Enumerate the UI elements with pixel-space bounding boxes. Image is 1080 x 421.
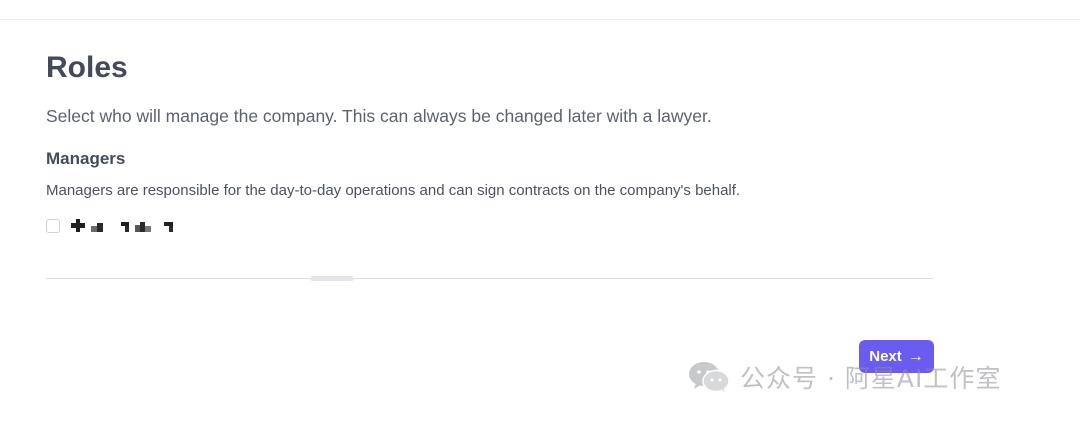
pixelated-name-image — [71, 219, 173, 232]
roles-section: Roles Select who will manage the company… — [46, 48, 934, 237]
watermark-text: 公众号 · 阿星AI工作室 — [740, 364, 1002, 393]
managers-heading: Managers — [46, 149, 126, 168]
page-title: Roles — [46, 51, 128, 84]
scroll-handle[interactable] — [310, 276, 354, 281]
manager-option[interactable] — [46, 215, 934, 237]
managers-description: Managers are responsible for the day-to-… — [46, 182, 741, 199]
top-bar — [0, 0, 1080, 20]
page-subtitle: Select who will manage the company. This… — [46, 106, 712, 126]
manager-checkbox[interactable] — [46, 219, 60, 233]
redacted-manager-name — [71, 219, 181, 233]
wechat-icon — [689, 362, 730, 393]
watermark: 公众号 · 阿星AI工作室 — [688, 359, 1001, 395]
divider — [46, 278, 933, 279]
